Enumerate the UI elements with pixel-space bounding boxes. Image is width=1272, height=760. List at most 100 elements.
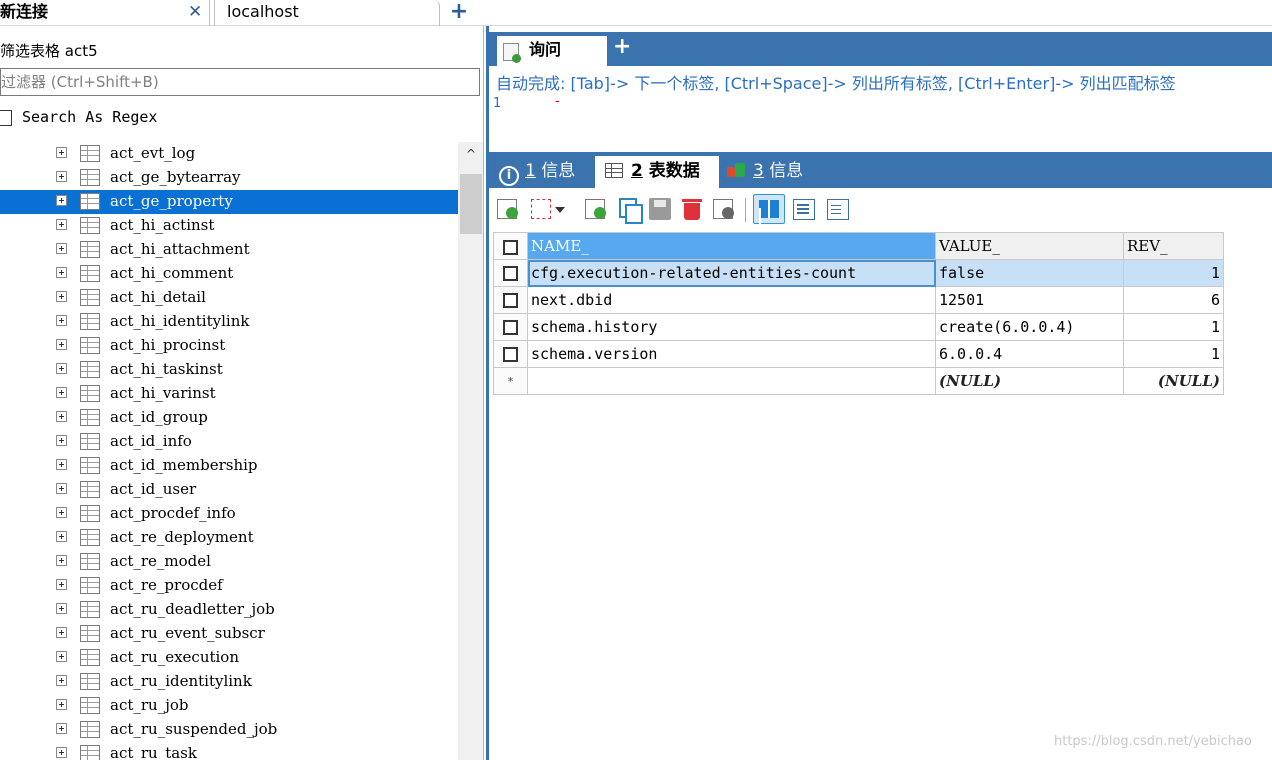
sidebar-item-table[interactable]: act_re_model [0,550,458,574]
regex-checkbox[interactable] [0,110,12,126]
row-checkbox[interactable] [503,293,518,308]
table-row[interactable]: schema.history create(6.0.0.4) 1 [493,313,1224,341]
expand-icon[interactable] [56,531,67,542]
expand-icon[interactable] [56,435,67,446]
scroll-thumb[interactable] [460,174,482,234]
add-query-icon[interactable]: + [613,34,631,59]
column-header-value[interactable]: VALUE_ [935,232,1124,260]
table-row[interactable]: next.dbid 12501 6 [493,286,1224,314]
sidebar-item-table[interactable]: act_id_info [0,430,458,454]
expand-icon[interactable] [56,699,67,710]
expand-icon[interactable] [56,315,67,326]
sidebar-item-table[interactable]: act_ge_bytearray [0,166,458,190]
sidebar-item-table[interactable]: act_hi_procinst [0,334,458,358]
expand-icon[interactable] [56,507,67,518]
cell-name[interactable] [527,367,936,395]
expand-icon[interactable] [56,675,67,686]
cell-value[interactable]: create(6.0.0.4) [935,313,1124,341]
sidebar-item-table[interactable]: act_hi_varinst [0,382,458,406]
cell-rev[interactable]: 1 [1123,259,1224,287]
tab-info-1[interactable]: i1 信息 [499,156,575,188]
sidebar-item-table[interactable]: act_ru_suspended_job [0,718,458,742]
cell-rev-null[interactable]: (NULL) [1123,367,1224,395]
text-view-icon[interactable] [825,196,851,222]
sidebar-item-table[interactable]: act_ru_execution [0,646,458,670]
cell-value[interactable]: false [935,259,1124,287]
sidebar-item-table[interactable]: act_procdef_info [0,502,458,526]
cell-value-null[interactable]: (NULL) [935,367,1124,395]
sidebar-item-table[interactable]: act_hi_taskinst [0,358,458,382]
sidebar-item-table[interactable]: act_hi_actinst [0,214,458,238]
sidebar-item-table[interactable]: act_hi_detail [0,286,458,310]
sidebar-item-table[interactable]: act_re_procdef [0,574,458,598]
cell-name[interactable]: cfg.execution-related-entities-count [527,259,936,287]
sidebar-item-table[interactable]: act_hi_comment [0,262,458,286]
cancel-icon[interactable] [711,196,737,222]
filter-input[interactable]: 过滤器 (Ctrl+Shift+B) [0,68,480,96]
sidebar-item-table[interactable]: act_re_deployment [0,526,458,550]
expand-icon[interactable] [56,243,67,254]
scroll-up-icon[interactable]: ^ [458,146,483,162]
tab-info-3[interactable]: 3 信息 [727,156,803,188]
sidebar-item-table[interactable]: act_ru_identitylink [0,670,458,694]
sidebar-item-table[interactable]: act_id_user [0,478,458,502]
expand-icon[interactable] [56,291,67,302]
table-row[interactable]: cfg.execution-related-entities-count fal… [493,259,1224,287]
table-row[interactable]: schema.version 6.0.0.4 1 [493,340,1224,368]
select-all-checkbox[interactable] [503,239,518,255]
expand-icon[interactable] [56,627,67,638]
expand-icon[interactable] [56,387,67,398]
sidebar-item-table[interactable]: act_id_membership [0,454,458,478]
cell-rev[interactable]: 1 [1123,340,1224,368]
sidebar-item-table[interactable]: act_ru_event_subscr [0,622,458,646]
cell-name[interactable]: next.dbid [527,286,936,314]
expand-icon[interactable] [56,171,67,182]
expand-icon[interactable] [56,147,67,158]
sidebar-item-table[interactable]: act_id_group [0,406,458,430]
sidebar-item-table[interactable]: act_evt_log [0,142,458,166]
expand-icon[interactable] [56,723,67,734]
sidebar-item-table[interactable]: act_ru_deadletter_job [0,598,458,622]
sidebar-item-table[interactable]: act_ge_property [0,190,458,214]
expand-icon[interactable] [56,219,67,230]
form-view-icon[interactable] [791,196,817,222]
expand-icon[interactable] [56,555,67,566]
add-row-icon[interactable] [495,196,521,222]
expand-icon[interactable] [56,483,67,494]
row-checkbox[interactable] [503,320,518,335]
copy-row-icon[interactable] [615,196,643,224]
select-all-cell[interactable] [493,232,528,260]
expand-icon[interactable] [56,579,67,590]
expand-icon[interactable] [56,267,67,278]
row-select-cell[interactable] [493,259,528,287]
filter-dropdown-icon[interactable] [529,196,567,222]
expand-icon[interactable] [56,747,67,758]
cell-value[interactable]: 12501 [935,286,1124,314]
sidebar-item-table[interactable]: act_hi_identitylink [0,310,458,334]
add-connection-icon[interactable]: + [448,0,470,26]
insert-row-icon[interactable] [583,196,609,222]
row-select-cell[interactable] [493,313,528,341]
column-header-name[interactable]: NAME_ [527,232,936,260]
expand-icon[interactable] [56,195,67,206]
cell-value[interactable]: 6.0.0.4 [935,340,1124,368]
cell-name[interactable]: schema.version [527,340,936,368]
row-select-cell[interactable] [493,340,528,368]
expand-icon[interactable] [56,411,67,422]
tab-table-data[interactable]: 2 表数据 [595,156,719,188]
grid-view-icon[interactable] [753,194,785,224]
sidebar-item-table[interactable]: act_hi_attachment [0,238,458,262]
delete-icon[interactable] [679,196,705,222]
tab-localhost[interactable]: localhost [214,0,440,26]
close-icon[interactable]: ✕ [188,0,202,24]
sidebar-item-table[interactable]: act_ru_job [0,694,458,718]
row-checkbox[interactable] [503,266,518,281]
tree-scrollbar[interactable]: ^ [458,142,483,760]
save-icon[interactable] [647,196,673,222]
row-checkbox[interactable] [503,347,518,362]
cell-name[interactable]: schema.history [527,313,936,341]
expand-icon[interactable] [56,459,67,470]
column-header-rev[interactable]: REV_ [1123,232,1224,260]
tab-new-connection[interactable]: 新连接 ✕ [0,0,210,26]
cell-rev[interactable]: 1 [1123,313,1224,341]
